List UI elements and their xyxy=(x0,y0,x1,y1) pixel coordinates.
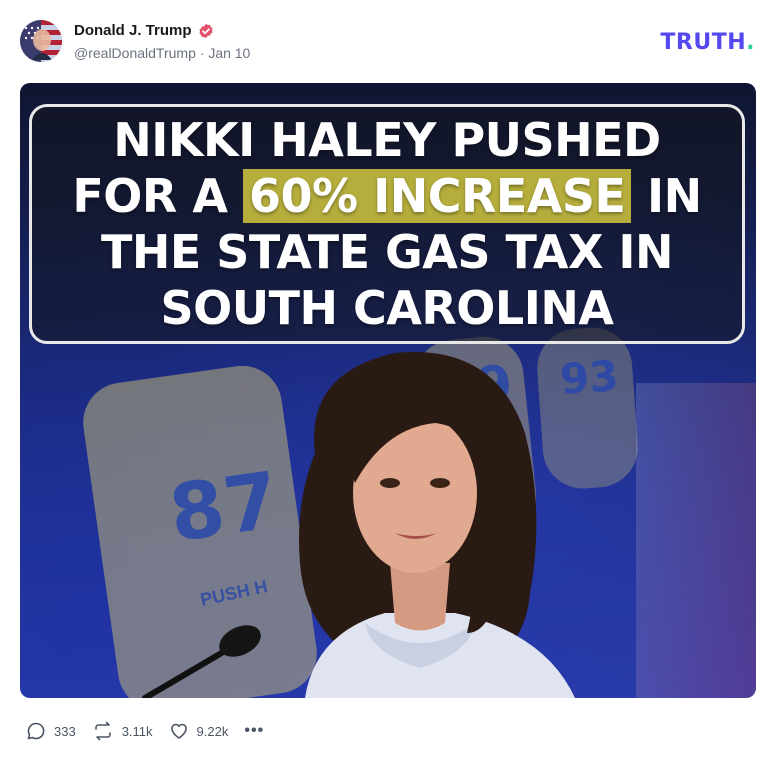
microphone xyxy=(142,625,261,698)
headline-line: THE STATE GAS TAX IN xyxy=(100,225,674,279)
headline-line: FOR A 60% INCREASE IN xyxy=(72,168,702,224)
post-image[interactable]: 87 89 93 PUSH H NIKKI HALEY PUSHED FOR A… xyxy=(20,83,756,698)
reply-button[interactable]: 333 xyxy=(26,721,76,741)
background-stripe xyxy=(636,383,756,698)
headline-text: FOR A xyxy=(72,169,228,223)
reply-icon xyxy=(26,721,46,741)
logo-text: TRUTH xyxy=(660,30,747,55)
reply-count: 333 xyxy=(54,723,76,739)
author-row: Donald J. Trump xyxy=(74,22,214,39)
logo-dot: . xyxy=(746,30,755,55)
truth-logo[interactable]: TRUTH. xyxy=(660,30,755,55)
like-button[interactable]: 9.22k xyxy=(169,721,229,741)
retruth-icon xyxy=(92,721,114,741)
post-header: Donald J. Trump @realDonaldTrump · Jan 1… xyxy=(0,0,777,80)
retruth-button[interactable]: 3.11k xyxy=(92,721,153,741)
author-handle[interactable]: @realDonaldTrump xyxy=(74,45,196,61)
retruth-count: 3.11k xyxy=(121,723,153,739)
like-count: 9.22k xyxy=(196,723,229,739)
more-icon[interactable]: ••• xyxy=(244,722,264,740)
handle-row: @realDonaldTrump · Jan 10 xyxy=(74,45,250,61)
verified-badge-icon xyxy=(198,23,214,39)
person-photo xyxy=(299,352,575,698)
post-date[interactable]: Jan 10 xyxy=(208,45,250,61)
headline-text: IN xyxy=(646,169,702,223)
author-name[interactable]: Donald J. Trump xyxy=(74,22,192,39)
headline-box: NIKKI HALEY PUSHED FOR A 60% INCREASE IN… xyxy=(29,104,745,344)
headline-line: SOUTH CAROLINA xyxy=(160,281,614,335)
action-bar: 333 3.11k 9.22k ••• xyxy=(26,718,264,744)
avatar[interactable] xyxy=(20,20,62,62)
headline-line: NIKKI HALEY PUSHED xyxy=(113,113,661,167)
headline-highlight: 60% INCREASE xyxy=(242,169,632,223)
separator: · xyxy=(199,45,205,61)
heart-icon xyxy=(169,721,189,741)
